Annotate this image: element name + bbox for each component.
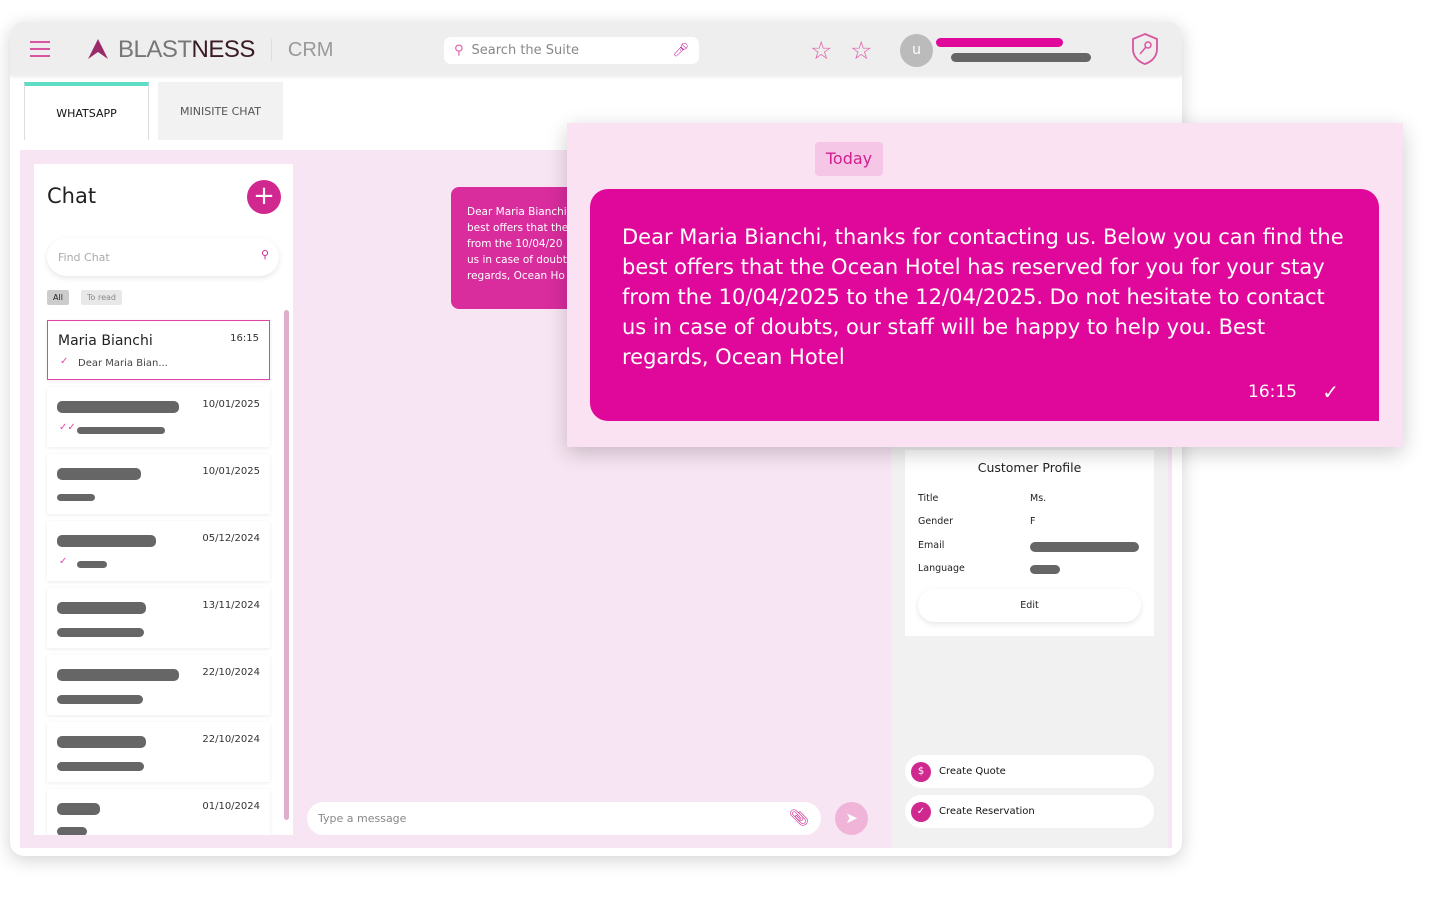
- attachment-icon[interactable]: 📎︎: [789, 808, 809, 827]
- shield-key-icon[interactable]: [1130, 32, 1160, 66]
- chat-time: 10/01/2025: [202, 399, 260, 410]
- field-label: Email: [918, 540, 945, 551]
- avatar[interactable]: u: [900, 34, 933, 67]
- chat-time: 10/01/2025: [202, 466, 260, 477]
- search-icon: ⚲: [260, 248, 269, 261]
- send-button[interactable]: ➤: [835, 802, 868, 835]
- sent-check-icon: ✓: [1322, 380, 1339, 404]
- chat-list-item[interactable]: 22/10/2024: [47, 655, 270, 715]
- language-redacted: [1030, 565, 1060, 574]
- profile-title: Customer Profile: [977, 460, 1082, 475]
- chat-list-scrollbar[interactable]: [284, 310, 289, 820]
- chat-time: 16:15: [230, 333, 259, 344]
- quote-clipboard-icon: $: [911, 761, 931, 782]
- double-check-icon: ✓✓: [59, 422, 76, 433]
- user-name-redacted: [936, 38, 1063, 47]
- reservation-clipboard-icon: ✓: [911, 801, 931, 822]
- chat-list-item[interactable]: 05/12/2024 ✓: [47, 521, 270, 581]
- tab-minisite-chat[interactable]: MINISITE CHAT: [158, 82, 283, 140]
- logo[interactable]: BLASTNESS CRM: [84, 36, 333, 64]
- message-text: Dear Maria Bianchi, thanks for contactin…: [622, 225, 1344, 369]
- filter-to-read[interactable]: To read: [81, 290, 122, 305]
- chat-time: 13/11/2024: [202, 600, 260, 611]
- message-zoom-popup: Today Dear Maria Bianchi, thanks for con…: [567, 123, 1403, 447]
- create-reservation-label: Create Reservation: [939, 806, 1035, 817]
- find-chat-input[interactable]: Find Chat ⚲: [47, 238, 279, 276]
- field-value: Ms.: [1030, 493, 1047, 504]
- search-placeholder: Search the Suite: [471, 43, 579, 58]
- message-input[interactable]: Type a message 📎︎: [307, 802, 821, 835]
- chat-time: 22/10/2024: [202, 667, 260, 678]
- top-bar: BLASTNESS CRM ⚲ Search the Suite 🎤︎ ☆ ☆ …: [10, 22, 1182, 75]
- filter-all[interactable]: All: [47, 290, 69, 305]
- date-separator: Today: [815, 142, 883, 176]
- search-icon: ⚲: [454, 43, 464, 58]
- find-chat-placeholder: Find Chat: [58, 251, 110, 264]
- outgoing-message-bubble: Dear Maria Bianchi, thanks for contactin…: [590, 189, 1379, 421]
- field-value: F: [1030, 516, 1036, 527]
- chat-list-item[interactable]: 22/10/2024: [47, 722, 270, 782]
- field-label: Title: [918, 493, 939, 504]
- chat-list-item[interactable]: 13/11/2024: [47, 588, 270, 648]
- email-redacted: [1030, 542, 1139, 552]
- create-quote-label: Create Quote: [939, 766, 1006, 777]
- chat-time: 05/12/2024: [202, 533, 260, 544]
- user-role-redacted: [951, 53, 1091, 62]
- edit-button[interactable]: Edit: [918, 589, 1141, 622]
- message-time: 16:15: [1248, 382, 1297, 402]
- chat-list-panel: Chat + Find Chat ⚲ All To read Maria Bian…: [34, 164, 293, 835]
- chat-time: 01/10/2024: [202, 801, 260, 812]
- suite-search[interactable]: ⚲ Search the Suite 🎤︎: [444, 37, 699, 64]
- favorite-star-icon[interactable]: ☆: [810, 36, 832, 65]
- chat-list-item[interactable]: Maria Bianchi 16:15 ✓ Dear Maria Bian...: [47, 320, 270, 380]
- favorites-list-icon[interactable]: ☆: [850, 36, 872, 65]
- tab-whatsapp[interactable]: WHATSAPP: [24, 82, 149, 140]
- field-label: Language: [918, 563, 965, 574]
- chat-list-item[interactable]: 10/01/2025 ✓✓: [47, 387, 270, 447]
- brand-a: BLAST: [118, 36, 192, 63]
- customer-profile-card: Customer Profile Title Ms. Gender F Email …: [905, 450, 1154, 636]
- message-preview: Dear Maria Bian...: [78, 358, 168, 369]
- product-name: CRM: [287, 38, 334, 61]
- contact-name: Maria Bianchi: [58, 333, 153, 349]
- chat-list-item[interactable]: 10/01/2025: [47, 454, 270, 514]
- chat-title: Chat: [47, 184, 97, 208]
- chat-list-item[interactable]: 01/10/2024: [47, 789, 270, 835]
- check-icon: ✓: [59, 556, 68, 567]
- new-chat-button[interactable]: +: [247, 180, 281, 214]
- chat-time: 22/10/2024: [202, 734, 260, 745]
- microphone-icon[interactable]: 🎤︎: [672, 43, 689, 58]
- brand-b: NESS: [191, 36, 256, 63]
- check-icon: ✓: [60, 356, 69, 367]
- create-reservation-button[interactable]: ✓ Create Reservation: [905, 795, 1154, 828]
- logo-icon: [88, 39, 108, 59]
- menu-icon[interactable]: [30, 41, 50, 62]
- create-quote-button[interactable]: $ Create Quote: [905, 755, 1154, 788]
- message-placeholder: Type a message: [318, 812, 407, 825]
- field-label: Gender: [918, 516, 954, 527]
